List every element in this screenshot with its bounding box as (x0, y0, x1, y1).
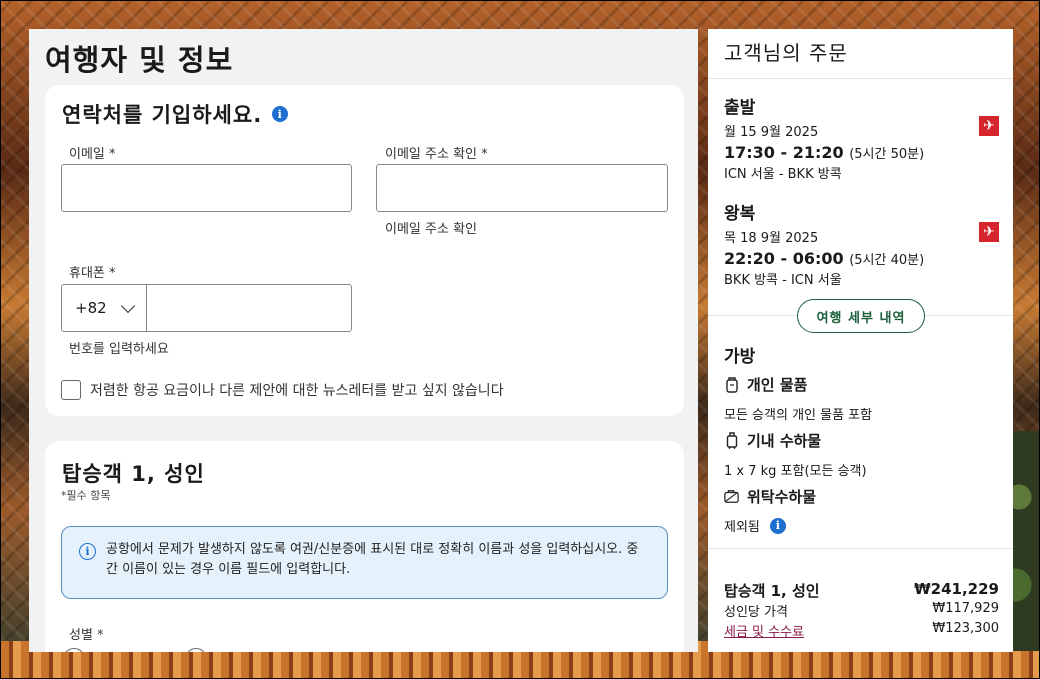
checked-bag: 위탁수하물 제외됨 i (724, 486, 816, 535)
return-times: 22:20 - 06:00 (724, 249, 844, 268)
outbound-label: 출발 (724, 98, 756, 118)
cabin-bag: 기내 수하물 1 x 7 kg 포함(모든 승객) (724, 430, 867, 479)
contact-title-text: 연락처를 기입하세요. (62, 103, 263, 127)
checked-bag-title: 위탁수하물 (747, 488, 817, 506)
pax-price-total: ₩241,229 (914, 580, 999, 598)
outbound-date: 월 15 9월 2025 (724, 125, 819, 140)
info-icon: i (79, 543, 96, 560)
newsletter-label: 저렴한 항공 요금이나 다른 제안에 대한 뉴스레터를 받고 싶지 않습니다 (90, 383, 504, 399)
passenger-card: 탑승객 1, 성인 *필수 항목 i 공항에서 문제가 발생하지 않도록 여권/… (45, 441, 684, 652)
airline-logo-icon: ✈ (979, 116, 999, 136)
tax-link[interactable]: 세금 및 수수료 (724, 621, 804, 640)
per-adult-row: 성인당 가격 ₩117,929 (724, 601, 999, 620)
email-label: 이메일 * (69, 147, 116, 162)
phone-label: 휴대폰 * (69, 266, 116, 281)
email-confirm-label: 이메일 주소 확인 * (385, 147, 488, 162)
cabin-bag-head: 기내 수하물 (724, 430, 867, 451)
return-date: 목 18 9월 2025 (724, 231, 819, 246)
cabin-bag-title: 기내 수하물 (747, 432, 822, 450)
notice-text: 공항에서 문제가 발생하지 않도록 여권/신분증에 표시된 대로 정확히 이름과… (106, 542, 639, 577)
personal-item-desc: 모든 승객의 개인 물품 포함 (724, 408, 873, 423)
tax-value: ₩123,300 (932, 621, 999, 636)
return-duration: (5시간 40분) (849, 253, 925, 268)
baggage-title: 가방 (724, 347, 756, 367)
contact-card: 연락처를 기입하세요. i 이메일 * 이메일 주소 확인 * 이메일 주소 확… (45, 85, 684, 416)
outbound-times: 17:30 - 21:20 (724, 143, 844, 162)
outbound-duration: (5시간 50분) (849, 147, 925, 162)
gender-label: 성별 * (69, 628, 104, 643)
phone-helper: 번호를 입력하세요 (69, 342, 169, 357)
gender-radio-female[interactable] (185, 648, 207, 652)
return-times-row: 22:20 - 06:00 (5시간 40분) (724, 249, 999, 268)
tax-row: 세금 및 수수료 ₩123,300 (724, 621, 999, 640)
checked-bag-icon (724, 488, 739, 505)
order-summary: 고객님의 주문 출발 월 15 9월 2025 17:30 - 21:20 (5… (708, 29, 1013, 652)
outbound-times-row: 17:30 - 21:20 (5시간 50분) (724, 143, 999, 162)
summary-title: 고객님의 주문 (724, 41, 848, 65)
personal-item-title: 개인 물품 (747, 376, 808, 394)
cabin-bag-icon (724, 432, 739, 449)
checked-bag-desc-row: 제외됨 i (724, 516, 816, 535)
trip-details-button[interactable]: 여행 세부 내역 (797, 299, 925, 333)
contact-title: 연락처를 기입하세요. i (62, 99, 289, 129)
newsletter-opt-out[interactable]: 저렴한 항공 요금이나 다른 제안에 대한 뉴스레터를 받고 싶지 않습니다 (61, 380, 504, 400)
traveler-form-area: 여행자 및 정보 연락처를 기입하세요. i 이메일 * 이메일 주소 확인 *… (29, 29, 698, 652)
personal-item: 개인 물품 모든 승객의 개인 물품 포함 (724, 374, 872, 423)
gender-radio-male[interactable] (63, 648, 85, 652)
per-adult-label: 성인당 가격 (724, 605, 788, 620)
airline-logo-icon: ✈ (979, 222, 999, 242)
chevron-down-icon (120, 298, 135, 313)
divider (708, 78, 1013, 79)
required-note: *필수 항목 (61, 489, 111, 502)
cabin-bag-desc: 1 x 7 kg 포함(모든 승객) (724, 464, 867, 479)
return-route: BKK 방콕 - ICN 서울 (724, 273, 842, 288)
personal-item-head: 개인 물품 (724, 374, 872, 395)
email-confirm-helper: 이메일 주소 확인 (385, 222, 477, 237)
checked-bag-desc: 제외됨 (724, 520, 760, 535)
country-code-value: +82 (75, 299, 107, 317)
info-icon[interactable]: i (769, 517, 786, 534)
email-field[interactable] (61, 164, 352, 212)
outbound-route: ICN 서울 - BKK 방콕 (724, 167, 842, 182)
checked-bag-head: 위탁수하물 (724, 486, 816, 507)
newsletter-checkbox[interactable] (61, 380, 81, 400)
pax-price-label: 탑승객 1, 성인 (724, 582, 820, 600)
country-code-select[interactable]: +82 (62, 285, 147, 331)
phone-input-group: +82 (61, 284, 352, 332)
per-adult-value: ₩117,929 (932, 601, 999, 616)
personal-bag-icon (724, 376, 739, 393)
return-label: 왕복 (724, 204, 756, 224)
name-notice: i 공항에서 문제가 발생하지 않도록 여권/신분증에 표시된 대로 정확히 이… (61, 526, 668, 599)
page-title: 여행자 및 정보 (45, 43, 234, 77)
divider (708, 548, 1013, 549)
pax-price-row: 탑승객 1, 성인 ₩241,229 (724, 580, 999, 601)
outbound-leg: 출발 월 15 9월 2025 17:30 - 21:20 (5시간 50분) … (724, 93, 999, 182)
info-icon[interactable]: i (272, 106, 289, 122)
passenger-title: 탑승객 1, 성인 (62, 462, 205, 486)
email-confirm-field[interactable] (376, 164, 668, 212)
phone-number-field[interactable] (147, 285, 351, 331)
return-leg: 왕복 목 18 9월 2025 22:20 - 06:00 (5시간 40분) … (724, 199, 999, 288)
